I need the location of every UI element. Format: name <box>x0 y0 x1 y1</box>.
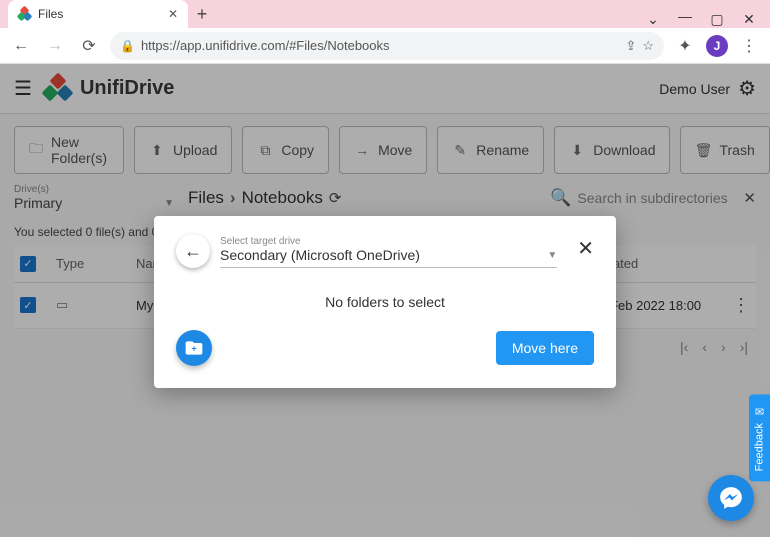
maximize-icon[interactable]: ▢ <box>710 11 724 28</box>
target-drive-selector[interactable]: Select target drive Secondary (Microsoft… <box>220 236 557 268</box>
minimize-icon[interactable]: — <box>678 8 692 24</box>
target-drive-label: Select target drive <box>220 236 557 247</box>
feedback-label: Feedback <box>754 423 766 471</box>
profile-avatar[interactable]: J <box>706 35 728 57</box>
tab-close-icon[interactable]: ✕ <box>168 7 178 21</box>
url-text: https://app.unifidrive.com/#Files/Notebo… <box>141 38 390 53</box>
target-drive-value: Secondary (Microsoft OneDrive) <box>220 247 420 263</box>
lock-icon: 🔒 <box>120 39 135 53</box>
dialog-close-icon[interactable]: ✕ <box>577 236 594 261</box>
messenger-icon <box>718 485 744 511</box>
browser-address-bar: ← → ⟳ 🔒 https://app.unifidrive.com/#File… <box>0 28 770 64</box>
feedback-icon: ✉ <box>753 404 766 417</box>
window-controls: ⌄ — ▢ ✕ <box>632 11 770 28</box>
chevron-down-icon: ▼ <box>547 250 557 261</box>
star-icon[interactable]: ☆ <box>642 38 654 54</box>
dialog-empty-text: No folders to select <box>176 294 594 310</box>
chat-fab[interactable] <box>708 475 754 521</box>
tab-title: Files <box>38 7 63 21</box>
share-icon[interactable]: ⇪ <box>625 38 636 54</box>
browser-titlebar: Files ✕ + ⌄ — ▢ ✕ <box>0 0 770 28</box>
new-tab-button[interactable]: + <box>188 0 216 28</box>
reload-icon[interactable]: ⟳ <box>76 33 102 59</box>
move-here-button[interactable]: Move here <box>496 331 594 365</box>
svg-text:+: + <box>191 343 196 353</box>
folder-plus-icon: + <box>184 338 204 358</box>
favicon-icon <box>18 7 32 21</box>
forward-icon[interactable]: → <box>42 33 68 59</box>
new-folder-fab[interactable]: + <box>176 330 212 366</box>
dialog-back-button[interactable]: ← <box>176 234 210 268</box>
feedback-tab[interactable]: Feedback ✉ <box>749 394 770 481</box>
back-icon[interactable]: ← <box>8 33 34 59</box>
move-dialog: ← Select target drive Secondary (Microso… <box>154 216 616 388</box>
chevron-down-icon[interactable]: ⌄ <box>646 11 660 28</box>
url-field[interactable]: 🔒 https://app.unifidrive.com/#Files/Note… <box>110 32 664 60</box>
browser-tab[interactable]: Files ✕ <box>8 0 188 28</box>
browser-menu-icon[interactable]: ⋮ <box>736 33 762 59</box>
extensions-icon[interactable]: ✦ <box>672 33 698 59</box>
close-window-icon[interactable]: ✕ <box>742 11 756 28</box>
